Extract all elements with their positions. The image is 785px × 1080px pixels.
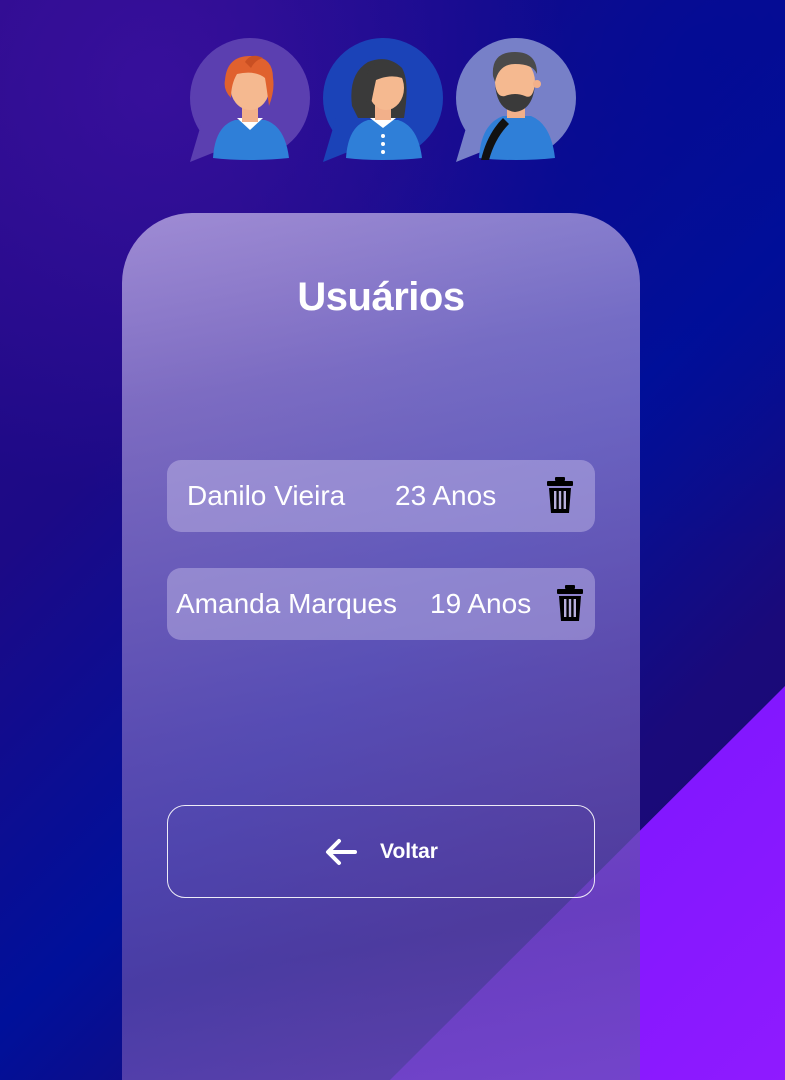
avatar-group [0,0,785,170]
avatar-woman-dark-hair-icon [318,38,448,168]
back-button[interactable]: Voltar [167,805,595,898]
user-list-item: Amanda Marques 19 Anos [167,568,595,640]
user-name: Amanda Marques [176,588,398,619]
page-title: Usuários [297,275,465,319]
user-age: 23 Anos [395,480,497,511]
back-button-label: Voltar [380,840,438,863]
trash-icon[interactable] [556,584,584,622]
avatar-woman-redhead-icon [185,38,315,168]
avatar-man-beard-icon [451,38,581,168]
user-list-item: Danilo Vieira 23 Anos [167,460,595,532]
arrow-left-icon [325,838,357,866]
user-age: 19 Anos [430,588,532,619]
user-name: Danilo Vieira [187,480,346,511]
users-card: Usuários Danilo Vieira 23 Anos Amanda Ma… [122,213,640,1080]
trash-icon[interactable] [546,476,574,514]
